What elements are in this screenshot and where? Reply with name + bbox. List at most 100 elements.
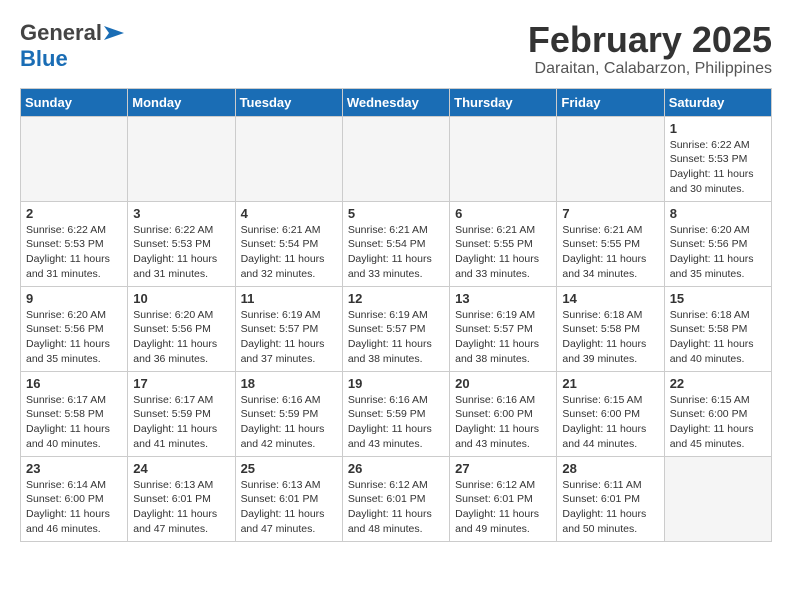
calendar-week-4: 23Sunrise: 6:14 AMSunset: 6:00 PMDayligh… — [21, 456, 772, 541]
calendar-cell: 13 Sunrise: 6:19 AMSunset: 5:57 PMDayligh… — [450, 286, 557, 371]
day-number: 12 — [348, 291, 444, 306]
day-info: Sunrise: 6:11 AMSunset: 6:01 PMDaylight:… — [562, 478, 658, 537]
day-info: Sunrise: 6:13 AMSunset: 6:01 PMDaylight:… — [133, 478, 229, 537]
day-info: Sunrise: 6:16 AMSunset: 6:00 PMDaylight:… — [455, 393, 551, 452]
calendar-week-1: 2Sunrise: 6:22 AMSunset: 5:53 PMDaylight… — [21, 201, 772, 286]
day-number: 24 — [133, 461, 229, 476]
calendar-cell: 28 Sunrise: 6:11 AMSunset: 6:01 PMDayligh… — [557, 456, 664, 541]
calendar-cell: 8 Sunrise: 6:20 AMSunset: 5:56 PMDaylight… — [664, 201, 771, 286]
day-number: 17 — [133, 376, 229, 391]
day-info: Sunrise: 6:19 AMSunset: 5:57 PMDaylight:… — [455, 308, 551, 367]
calendar-week-3: 16 Sunrise: 6:17 AMSunset: 5:58 PMDayligh… — [21, 371, 772, 456]
calendar-cell: 25 Sunrise: 6:13 AMSunset: 6:01 PMDayligh… — [235, 456, 342, 541]
calendar-cell: 14 Sunrise: 6:18 AMSunset: 5:58 PMDayligh… — [557, 286, 664, 371]
logo-blue: Blue — [20, 46, 68, 71]
day-number: 16 — [26, 376, 122, 391]
calendar-cell: 3Sunrise: 6:22 AMSunset: 5:53 PMDaylight… — [128, 201, 235, 286]
logo-bird-icon — [104, 24, 124, 42]
location: Daraitan, Calabarzon, Philippines — [528, 60, 772, 78]
day-info: Sunrise: 6:13 AMSunset: 6:01 PMDaylight:… — [241, 478, 337, 537]
day-info: Sunrise: 6:21 AMSunset: 5:54 PMDaylight:… — [348, 223, 444, 282]
calendar-cell: 18 Sunrise: 6:16 AMSunset: 5:59 PMDayligh… — [235, 371, 342, 456]
title-block: February 2025 Daraitan, Calabarzon, Phil… — [528, 20, 772, 78]
day-info: Sunrise: 6:15 AMSunset: 6:00 PMDaylight:… — [562, 393, 658, 452]
day-info: Sunrise: 6:12 AMSunset: 6:01 PMDaylight:… — [455, 478, 551, 537]
day-number: 1 — [670, 121, 766, 136]
day-number: 14 — [562, 291, 658, 306]
calendar-cell: 27 Sunrise: 6:12 AMSunset: 6:01 PMDayligh… — [450, 456, 557, 541]
day-info: Sunrise: 6:21 AMSunset: 5:55 PMDaylight:… — [562, 223, 658, 282]
calendar-cell: 26Sunrise: 6:12 AMSunset: 6:01 PMDayligh… — [342, 456, 449, 541]
day-number: 15 — [670, 291, 766, 306]
calendar-cell: 4Sunrise: 6:21 AMSunset: 5:54 PMDaylight… — [235, 201, 342, 286]
calendar-cell: 12 Sunrise: 6:19 AMSunset: 5:57 PMDayligh… — [342, 286, 449, 371]
day-info: Sunrise: 6:22 AMSunset: 5:53 PMDaylight:… — [670, 138, 766, 197]
day-number: 5 — [348, 206, 444, 221]
calendar-cell: 20 Sunrise: 6:16 AMSunset: 6:00 PMDayligh… — [450, 371, 557, 456]
day-number: 4 — [241, 206, 337, 221]
logo-general: General — [20, 20, 102, 46]
calendar-cell: 1 Sunrise: 6:22 AMSunset: 5:53 PMDaylight… — [664, 116, 771, 201]
day-info: Sunrise: 6:20 AMSunset: 5:56 PMDaylight:… — [670, 223, 766, 282]
calendar-cell: 22Sunrise: 6:15 AMSunset: 6:00 PMDayligh… — [664, 371, 771, 456]
page-header: General Blue February 2025 Daraitan, Cal… — [20, 20, 772, 78]
day-info: Sunrise: 6:20 AMSunset: 5:56 PMDaylight:… — [133, 308, 229, 367]
calendar-cell: 10 Sunrise: 6:20 AMSunset: 5:56 PMDayligh… — [128, 286, 235, 371]
day-number: 8 — [670, 206, 766, 221]
calendar-cell: 6Sunrise: 6:21 AMSunset: 5:55 PMDaylight… — [450, 201, 557, 286]
day-number: 27 — [455, 461, 551, 476]
calendar-cell: 5 Sunrise: 6:21 AMSunset: 5:54 PMDaylight… — [342, 201, 449, 286]
day-number: 20 — [455, 376, 551, 391]
day-info: Sunrise: 6:17 AMSunset: 5:59 PMDaylight:… — [133, 393, 229, 452]
weekday-header-wednesday: Wednesday — [342, 88, 449, 116]
weekday-header-monday: Monday — [128, 88, 235, 116]
day-number: 9 — [26, 291, 122, 306]
day-info: Sunrise: 6:21 AMSunset: 5:55 PMDaylight:… — [455, 223, 551, 282]
calendar-cell: 7 Sunrise: 6:21 AMSunset: 5:55 PMDaylight… — [557, 201, 664, 286]
calendar-cell — [557, 116, 664, 201]
calendar-cell: 23Sunrise: 6:14 AMSunset: 6:00 PMDayligh… — [21, 456, 128, 541]
calendar-week-0: 1 Sunrise: 6:22 AMSunset: 5:53 PMDaylight… — [21, 116, 772, 201]
day-number: 13 — [455, 291, 551, 306]
calendar-cell: 11Sunrise: 6:19 AMSunset: 5:57 PMDayligh… — [235, 286, 342, 371]
calendar-week-2: 9 Sunrise: 6:20 AMSunset: 5:56 PMDaylight… — [21, 286, 772, 371]
calendar-cell — [235, 116, 342, 201]
day-number: 23 — [26, 461, 122, 476]
calendar-cell — [128, 116, 235, 201]
day-info: Sunrise: 6:19 AMSunset: 5:57 PMDaylight:… — [348, 308, 444, 367]
day-info: Sunrise: 6:17 AMSunset: 5:58 PMDaylight:… — [26, 393, 122, 452]
calendar-cell — [664, 456, 771, 541]
calendar-cell: 21 Sunrise: 6:15 AMSunset: 6:00 PMDayligh… — [557, 371, 664, 456]
day-number: 3 — [133, 206, 229, 221]
weekday-header-sunday: Sunday — [21, 88, 128, 116]
day-number: 10 — [133, 291, 229, 306]
weekday-header-friday: Friday — [557, 88, 664, 116]
calendar-cell: 9Sunrise: 6:20 AMSunset: 5:56 PMDaylight… — [21, 286, 128, 371]
day-number: 19 — [348, 376, 444, 391]
calendar-table: SundayMondayTuesdayWednesdayThursdayFrid… — [20, 88, 772, 542]
day-info: Sunrise: 6:16 AMSunset: 5:59 PMDaylight:… — [241, 393, 337, 452]
day-info: Sunrise: 6:19 AMSunset: 5:57 PMDaylight:… — [241, 308, 337, 367]
weekday-header-thursday: Thursday — [450, 88, 557, 116]
weekday-header-tuesday: Tuesday — [235, 88, 342, 116]
calendar-cell: 17 Sunrise: 6:17 AMSunset: 5:59 PMDayligh… — [128, 371, 235, 456]
day-info: Sunrise: 6:18 AMSunset: 5:58 PMDaylight:… — [670, 308, 766, 367]
day-info: Sunrise: 6:18 AMSunset: 5:58 PMDaylight:… — [562, 308, 658, 367]
day-info: Sunrise: 6:15 AMSunset: 6:00 PMDaylight:… — [670, 393, 766, 452]
calendar-cell — [450, 116, 557, 201]
calendar-cell: 24 Sunrise: 6:13 AMSunset: 6:01 PMDayligh… — [128, 456, 235, 541]
calendar-header-row: SundayMondayTuesdayWednesdayThursdayFrid… — [21, 88, 772, 116]
day-number: 18 — [241, 376, 337, 391]
day-number: 25 — [241, 461, 337, 476]
day-info: Sunrise: 6:16 AMSunset: 5:59 PMDaylight:… — [348, 393, 444, 452]
calendar-cell — [342, 116, 449, 201]
day-number: 2 — [26, 206, 122, 221]
day-number: 7 — [562, 206, 658, 221]
day-number: 28 — [562, 461, 658, 476]
month-title: February 2025 — [528, 20, 772, 60]
calendar-cell: 15 Sunrise: 6:18 AMSunset: 5:58 PMDayligh… — [664, 286, 771, 371]
calendar-body: 1 Sunrise: 6:22 AMSunset: 5:53 PMDaylight… — [21, 116, 772, 541]
day-number: 26 — [348, 461, 444, 476]
day-number: 21 — [562, 376, 658, 391]
calendar-cell: 2Sunrise: 6:22 AMSunset: 5:53 PMDaylight… — [21, 201, 128, 286]
